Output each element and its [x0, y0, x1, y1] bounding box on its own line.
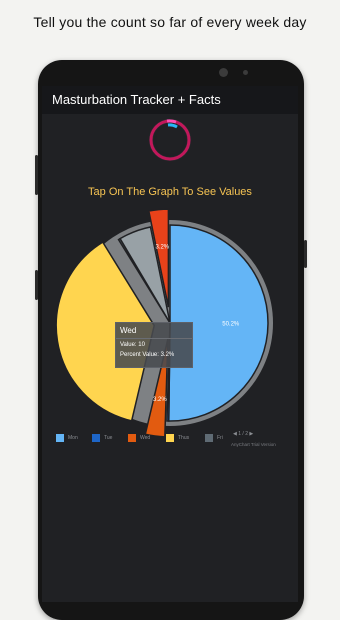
legend-swatch	[128, 434, 136, 442]
legend-item-tue[interactable]: Tue	[92, 434, 112, 442]
tooltip-percent: Percent Value: 3.2%	[120, 352, 175, 358]
tooltip-title: Wed	[116, 323, 192, 339]
pie-label-wed: 3.2%	[153, 397, 167, 403]
legend-swatch	[56, 434, 64, 442]
legend-swatch	[166, 434, 174, 442]
chart-tooltip: Wed Value: 10 Percent Value: 3.2%	[115, 322, 193, 368]
pager-label: 1 / 2	[238, 431, 248, 437]
pager-prev-icon[interactable]: ◀	[233, 431, 237, 437]
pie-label-sun: 3.2%	[155, 245, 169, 251]
front-camera	[219, 68, 228, 77]
proximity-sensor	[243, 70, 248, 75]
pager-next-icon[interactable]: ▶	[249, 431, 253, 437]
legend-item-fri[interactable]: Fri	[205, 434, 223, 442]
legend-swatch	[205, 434, 213, 442]
tooltip-value: Value: 10	[120, 342, 145, 348]
pie-chart-area: 50.2% 3.2% 3.2% Wed Value: 10 Percent Valu…	[42, 86, 298, 602]
legend-item-wed[interactable]: Wed	[128, 434, 150, 442]
chart-credit: AnyChart Trial Version	[231, 442, 276, 447]
power-button	[304, 240, 307, 268]
bixby-button	[35, 270, 38, 300]
pie-label-mon: 50.2%	[222, 321, 240, 327]
promo-caption: Tell you the count so far of every week …	[33, 14, 307, 30]
legend-item-thus[interactable]: Thus	[166, 434, 189, 442]
legend-swatch	[92, 434, 100, 442]
legend-pager: ◀ 1 / 2 ▶	[233, 431, 253, 437]
legend-item-mon[interactable]: Mon	[56, 434, 78, 442]
volume-button	[35, 155, 38, 195]
app-screen: Masturbation Tracker + Facts Tap On The …	[42, 86, 298, 602]
